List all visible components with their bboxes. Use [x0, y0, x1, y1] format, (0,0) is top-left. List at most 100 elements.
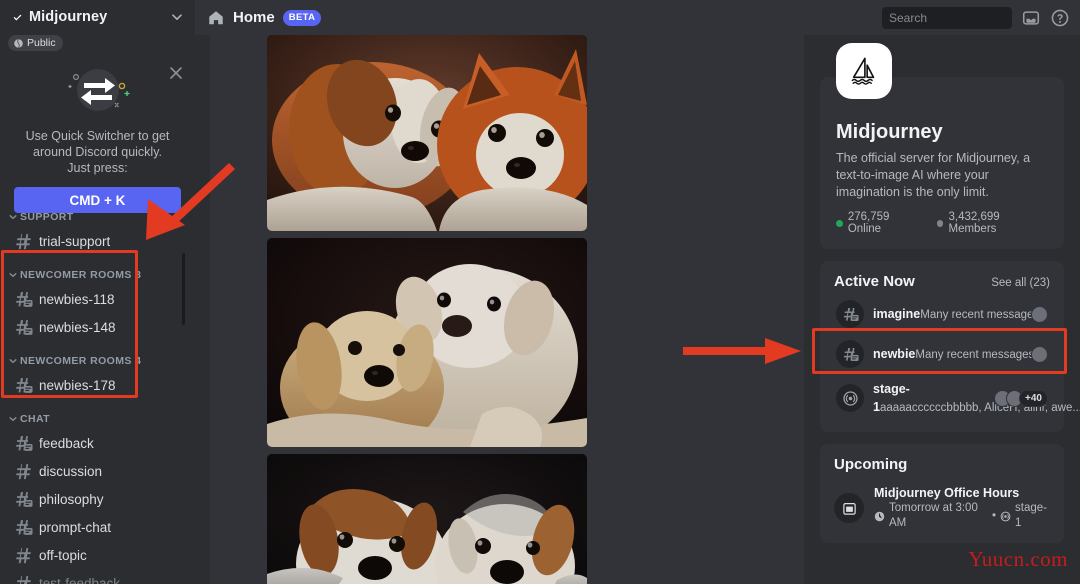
sidebar-channel-test-feedback[interactable]: test-feedback: [8, 570, 187, 584]
active-row-subtitle: Many recent messages: [915, 349, 1035, 361]
channel-category-header[interactable]: NEWCOMER ROOMS 4: [0, 341, 195, 371]
puppy-photo-1: [267, 35, 587, 231]
active-now-row-stage-1[interactable]: stage-1aaaaaccccccbbbbb, AliceH, alihr, …: [830, 374, 1080, 422]
server-card-name: Midjourney: [836, 121, 943, 143]
server-info-card: Midjourney The official server for Midjo…: [820, 43, 1064, 249]
beta-badge: BETA: [282, 9, 322, 26]
active-now-title: Active Now: [834, 273, 915, 290]
channel-sidebar: Midjourney Public Use Quick Switcher to …: [0, 0, 195, 584]
category-label: CHAT: [20, 413, 50, 425]
active-row-avatars: [1031, 305, 1048, 323]
image-feed[interactable]: [267, 35, 587, 584]
public-badge-label: Public: [27, 37, 56, 49]
puppy-photo-2: [267, 238, 587, 447]
channel-list[interactable]: SUPPORT trial-support NEWCOMER ROOMS 3 newb…: [0, 195, 195, 584]
sidebar-channel-feedback[interactable]: feedback: [8, 430, 187, 457]
hash-icon: [14, 232, 33, 251]
active-now-row-imagine[interactable]: imagineMany recent messages: [830, 294, 1054, 334]
chevron-down-icon[interactable]: [169, 9, 185, 25]
sidebar-channel-newbies-178[interactable]: newbies-178: [8, 372, 187, 399]
upcoming-event-row[interactable]: Midjourney Office Hours Tomorrow at 3:00…: [830, 477, 1054, 533]
discord-app-window: Midjourney Public Use Quick Switcher to …: [0, 0, 1080, 584]
channel-label: newbies-118: [39, 292, 115, 307]
members-stat: 3,432,699 Members: [936, 211, 1048, 235]
page-title: Home: [233, 9, 275, 26]
sidebar-channel-trial-support[interactable]: trial-support: [8, 228, 187, 255]
event-separator: •: [992, 509, 997, 522]
active-row-name: newbie: [873, 347, 916, 361]
sidebar-channel-prompt-chat[interactable]: prompt-chat: [8, 514, 187, 541]
upcoming-title: Upcoming: [834, 456, 908, 473]
top-bar-actions: [882, 6, 1070, 38]
sidebar-scrollbar[interactable]: [182, 253, 185, 325]
channel-label: trial-support: [39, 234, 111, 249]
online-dot-icon: [836, 219, 843, 227]
sidebar-channel-off-topic[interactable]: off-topic: [8, 542, 187, 569]
feed-image-card[interactable]: [267, 454, 587, 584]
clock-icon: [874, 511, 885, 522]
hash-forum-icon: [14, 518, 33, 537]
channel-label: off-topic: [39, 548, 87, 563]
channel-label: philosophy: [39, 492, 104, 507]
chevron-down-icon: [8, 414, 18, 424]
active-now-list[interactable]: imagineMany recent messages newbieMany re…: [830, 294, 1080, 422]
globe-icon: [13, 38, 24, 49]
hash-icon: [14, 546, 33, 565]
category-label: SUPPORT: [20, 211, 74, 223]
sidebar-channel-newbies-118[interactable]: newbies-118: [8, 286, 187, 313]
avatar-overflow-count: +40: [1019, 389, 1048, 407]
event-location: stage-1: [1015, 502, 1048, 529]
server-header[interactable]: Midjourney: [0, 0, 195, 34]
member-count: 3,432,699 Members: [948, 211, 1000, 235]
active-now-panel: Active Now See all (23) imagineMany rece…: [820, 261, 1080, 432]
midjourney-sailboat-icon: [836, 43, 892, 99]
server-name: Midjourney: [29, 9, 108, 25]
verified-check-icon: [11, 11, 24, 24]
channel-category-header[interactable]: NEWCOMER ROOMS 3: [0, 255, 195, 285]
chevron-down-icon: [8, 356, 18, 366]
stage-channel-icon: [836, 384, 864, 412]
event-name: Midjourney Office Hours: [874, 486, 1020, 500]
channel-label: newbies-178: [39, 378, 116, 393]
sidebar-channel-philosophy[interactable]: philosophy: [8, 486, 187, 513]
channel-label: prompt-chat: [39, 520, 112, 535]
search-box[interactable]: [882, 6, 1059, 38]
feed-image-card[interactable]: [267, 35, 587, 231]
channel-category-header[interactable]: CHAT: [0, 399, 195, 429]
see-all-link[interactable]: See all (23): [991, 277, 1050, 289]
content-row: Midjourney The official server for Midjo…: [195, 35, 1080, 584]
inbox-icon[interactable]: [1021, 8, 1041, 28]
hash-forum-icon: [14, 490, 33, 509]
calendar-icon: [834, 493, 864, 523]
quick-switcher-text: Use Quick Switcher to get around Discord…: [25, 129, 170, 175]
sidebar-channel-discussion[interactable]: discussion: [8, 458, 187, 485]
help-circle-icon[interactable]: [1050, 8, 1070, 28]
active-row-subtitle: Many recent messages: [920, 309, 1040, 321]
server-card-description: The official server for Midjourney, a te…: [836, 151, 1031, 199]
public-badge: Public: [8, 35, 63, 51]
channel-label: feedback: [39, 436, 94, 451]
event-meta: Tomorrow at 3:00 AM • stage-1: [874, 501, 1050, 531]
quick-switcher-icon: [14, 60, 181, 124]
hash-forum-icon: [14, 318, 33, 337]
channel-category-header[interactable]: SUPPORT: [0, 195, 195, 227]
channel-label: test-feedback: [39, 576, 121, 584]
hash-icon: [14, 574, 33, 584]
channel-label: newbies-148: [39, 320, 116, 335]
sidebar-channel-newbies-148[interactable]: newbies-148: [8, 314, 187, 341]
feed-image-card[interactable]: [267, 238, 587, 447]
watermark: Yuucn.com: [968, 547, 1068, 571]
active-row-name: imagine: [873, 307, 921, 321]
category-label: NEWCOMER ROOMS 4: [20, 355, 142, 367]
active-row-subtitle: aaaaaccccccbbbbb, AliceH, alihr, awe...: [879, 402, 1080, 414]
hash-forum-icon: [14, 290, 33, 309]
active-now-row-newbie[interactable]: newbieMany recent messages: [830, 334, 1054, 374]
avatar: [1031, 345, 1048, 363]
server-card-stats: 276,759 Online 3,432,699 Members: [836, 211, 1048, 235]
category-label: NEWCOMER ROOMS 3: [20, 269, 142, 281]
chevron-down-icon: [8, 212, 18, 222]
puppy-photo-3: [267, 454, 587, 584]
members-dot-icon: [936, 219, 944, 227]
feed-gutter: [195, 35, 210, 584]
active-now-header: Active Now See all (23): [830, 273, 1054, 294]
